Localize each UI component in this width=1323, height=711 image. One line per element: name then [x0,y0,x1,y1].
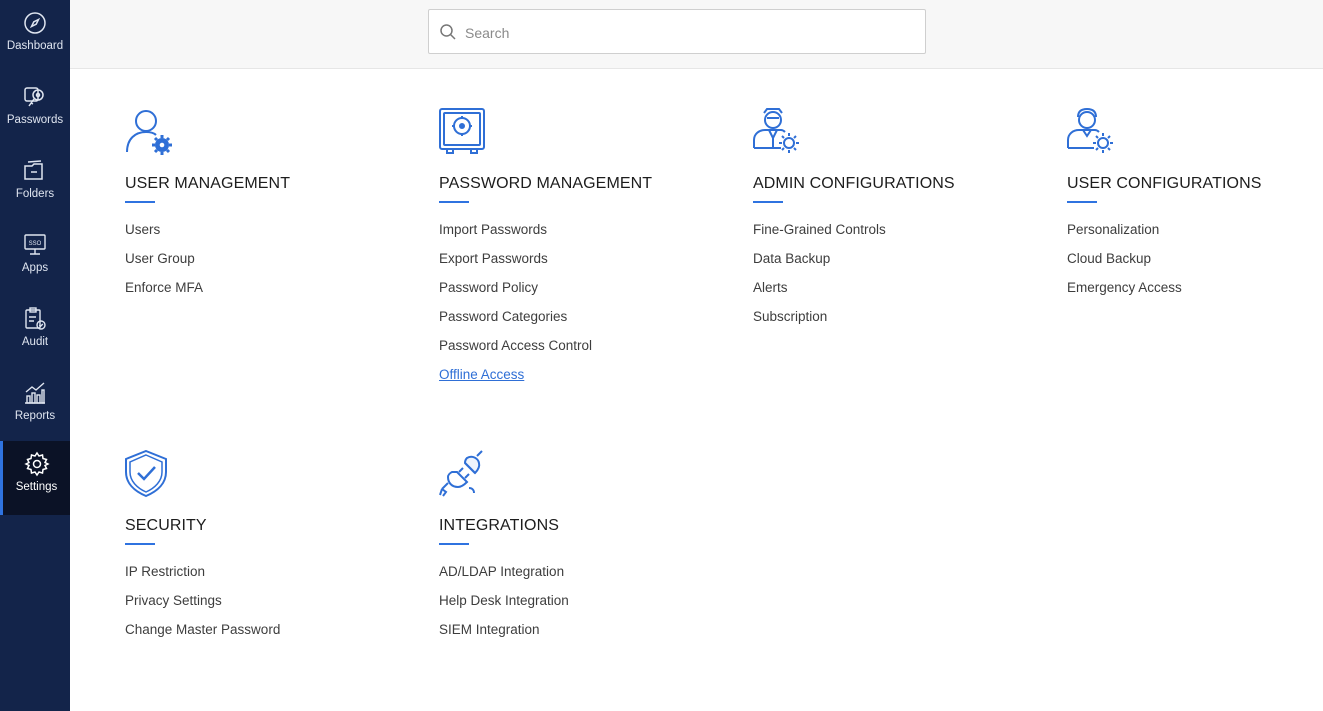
sso-monitor-icon: SSO [22,232,48,258]
sidebar-item-apps[interactable]: SSO Apps [0,222,70,296]
link-subscription[interactable]: Subscription [753,309,827,324]
link-export-passwords[interactable]: Export Passwords [439,251,548,266]
link-password-categories[interactable]: Password Categories [439,309,567,324]
search-icon [439,23,457,41]
sidebar-item-label: Settings [15,481,58,493]
link-help-desk-integration[interactable]: Help Desk Integration [439,593,569,608]
link-list: Personalization Cloud Backup Emergency A… [1067,221,1182,308]
link-ad-ldap-integration[interactable]: AD/LDAP Integration [439,564,564,579]
link-users[interactable]: Users [125,222,160,237]
link-password-access-control[interactable]: Password Access Control [439,338,592,353]
section-admin-configurations: ADMIN CONFIGURATIONS Fine-Grained Contro… [753,108,1033,324]
section-title: PASSWORD MANAGEMENT [439,175,653,192]
section-user-management: USER MANAGEMENT Users User Group Enforce… [125,108,405,295]
shield-check-icon [125,450,177,502]
sidebar-item-dashboard[interactable]: Dashboard [0,0,70,74]
user-gear-icon [125,108,177,160]
gear-icon [23,451,50,477]
sidebar-item-label: Passwords [6,114,64,126]
link-user-group[interactable]: User Group [125,251,195,266]
sidebar-item-passwords[interactable]: Passwords [0,74,70,148]
section-security: SECURITY IP Restriction Privacy Settings… [125,450,405,637]
top-bar [70,0,1323,69]
sidebar-item-label: Reports [14,410,56,422]
sidebar-item-label: Audit [21,336,49,348]
link-siem-integration[interactable]: SIEM Integration [439,622,540,637]
link-list: AD/LDAP Integration Help Desk Integratio… [439,563,569,650]
sidebar-item-audit[interactable]: Audit [0,296,70,370]
section-integrations: INTEGRATIONS AD/LDAP Integration Help De… [439,450,719,637]
link-alerts[interactable]: Alerts [753,280,788,295]
link-fine-grained-controls[interactable]: Fine-Grained Controls [753,222,886,237]
safe-icon [439,108,491,160]
title-underline [753,201,783,203]
link-import-passwords[interactable]: Import Passwords [439,222,547,237]
search-box[interactable] [428,9,926,54]
link-cloud-backup[interactable]: Cloud Backup [1067,251,1151,266]
user-config-icon [1067,108,1119,160]
clipboard-check-icon [22,306,48,332]
link-list: Users User Group Enforce MFA [125,221,203,308]
link-list: Fine-Grained Controls Data Backup Alerts… [753,221,886,337]
sidebar-item-reports[interactable]: Reports [0,370,70,444]
section-title: ADMIN CONFIGURATIONS [753,175,955,192]
compass-icon [22,10,48,36]
title-underline [125,201,155,203]
sidebar: Dashboard Passwords Folders SSO Apps Aud… [0,0,70,711]
title-underline [125,543,155,545]
link-change-master-password[interactable]: Change Master Password [125,622,280,637]
section-title: USER MANAGEMENT [125,175,291,192]
admin-gear-icon [753,108,805,160]
link-offline-access[interactable]: Offline Access [439,367,524,382]
link-enforce-mfa[interactable]: Enforce MFA [125,280,203,295]
link-list: Import Passwords Export Passwords Passwo… [439,221,592,395]
title-underline [439,543,469,545]
plug-icon [439,450,491,502]
sidebar-item-folders[interactable]: Folders [0,148,70,222]
link-ip-restriction[interactable]: IP Restriction [125,564,205,579]
sidebar-item-label: Folders [15,188,55,200]
bar-chart-icon [22,380,48,406]
section-title: SECURITY [125,517,207,534]
sidebar-item-label: Dashboard [6,40,64,52]
folder-icon [22,158,48,184]
svg-text:SSO: SSO [29,241,42,247]
link-privacy-settings[interactable]: Privacy Settings [125,593,222,608]
link-data-backup[interactable]: Data Backup [753,251,830,266]
section-user-configurations: USER CONFIGURATIONS Personalization Clou… [1067,108,1323,295]
sidebar-item-label: Apps [21,262,49,274]
key-icon [22,84,48,110]
sidebar-item-settings[interactable]: Settings [0,441,70,515]
link-personalization[interactable]: Personalization [1067,222,1159,237]
link-list: IP Restriction Privacy Settings Change M… [125,563,280,650]
search-input[interactable] [463,20,907,46]
link-emergency-access[interactable]: Emergency Access [1067,280,1182,295]
section-title: USER CONFIGURATIONS [1067,175,1262,192]
title-underline [1067,201,1097,203]
link-password-policy[interactable]: Password Policy [439,280,538,295]
title-underline [439,201,469,203]
section-password-management: PASSWORD MANAGEMENT Import Passwords Exp… [439,108,719,382]
section-title: INTEGRATIONS [439,517,560,534]
